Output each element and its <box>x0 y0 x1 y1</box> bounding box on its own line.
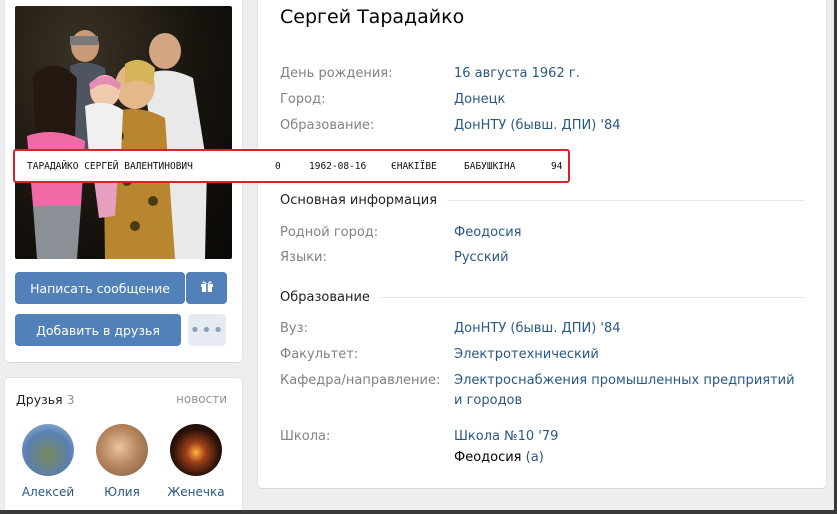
info-value-link[interactable]: Электротехнический <box>454 345 804 365</box>
record-code: 0 <box>275 161 281 172</box>
info-value-link[interactable]: Донецк <box>454 90 804 110</box>
friend-name[interactable]: Женечка <box>161 485 231 499</box>
highlighted-record: ТАРАДАЙКО СЕРГЕЙ ВАЛЕНТИНОВИЧ 0 1962-08-… <box>13 149 570 183</box>
friends-count: 3 <box>66 392 75 407</box>
info-label: Школа: <box>280 429 331 444</box>
record-town: ЄНАКІЇВЕ <box>391 161 437 172</box>
info-label: День рождения: <box>280 66 393 81</box>
info-label: Языки: <box>280 250 327 265</box>
school-city: Феодосия (а) <box>454 448 804 468</box>
info-value-link[interactable]: Феодосия <box>454 223 804 243</box>
friends-news-link[interactable]: новости <box>176 392 227 406</box>
school-city-name[interactable]: Феодосия <box>454 450 522 465</box>
info-label: Образование: <box>280 118 375 133</box>
friend-name[interactable]: Алексей <box>13 485 83 499</box>
divider <box>447 200 805 201</box>
avatar[interactable] <box>96 424 148 476</box>
info-value-link[interactable]: ДонНТУ (бывш. ДПИ) '84 <box>454 116 804 136</box>
info-value-link[interactable]: ДонНТУ (бывш. ДПИ) '84 <box>454 319 804 339</box>
info-value-link[interactable]: Русский <box>454 248 804 268</box>
record-date: 1962-08-16 <box>309 161 367 172</box>
info-value-link[interactable]: 16 августа 1962 г. <box>454 64 804 84</box>
family-photo-image <box>27 30 207 259</box>
friend-item[interactable]: Алексей <box>13 424 83 499</box>
divider <box>379 297 805 298</box>
avatar[interactable] <box>170 424 222 476</box>
info-label: Кафедра/направление: <box>280 373 441 388</box>
window-edge-bottom <box>0 510 837 514</box>
profile-photo[interactable] <box>15 6 232 259</box>
section-education: Образование <box>280 290 805 305</box>
info-label: Город: <box>280 92 326 107</box>
info-label: Вуз: <box>280 321 308 336</box>
friend-item[interactable]: Юлия <box>87 424 157 499</box>
section-heading: Образование <box>280 290 370 305</box>
section-basic-info: Основная информация <box>280 193 805 208</box>
friends-heading[interactable]: Друзья 3 <box>16 392 75 407</box>
friends-label: Друзья <box>16 392 63 407</box>
gift-icon <box>200 279 214 297</box>
profile-info-card: Сергей Тарадайко День рождения: 16 авгус… <box>258 0 826 488</box>
info-value-link[interactable]: Школа №10 '79 <box>454 427 804 447</box>
send-message-button[interactable]: Написать сообщение <box>15 272 185 304</box>
send-gift-button[interactable] <box>186 272 227 304</box>
friends-block: Друзья 3 новости Алексей Юлия Женечка <box>5 378 242 514</box>
info-value-link[interactable]: Электроснабжения промышленных предприяти… <box>454 371 804 411</box>
record-name: ТАРАДАЙКО СЕРГЕЙ ВАЛЕНТИНОВИЧ <box>27 161 193 172</box>
section-heading: Основная информация <box>280 193 438 208</box>
info-label: Родной город: <box>280 225 379 240</box>
page-title: Сергей Тарадайко <box>280 6 465 28</box>
record-street: БАБУШКІНА <box>464 161 516 172</box>
info-label: Факультет: <box>280 347 359 362</box>
friend-name[interactable]: Юлия <box>87 485 157 499</box>
avatar[interactable] <box>22 424 74 476</box>
school-class: (а) <box>525 450 544 465</box>
add-friend-button[interactable]: Добавить в друзья <box>15 314 181 346</box>
record-number: 94 <box>551 161 563 172</box>
more-icon: ••• <box>189 319 225 341</box>
more-actions-button[interactable]: ••• <box>188 314 226 346</box>
friend-item[interactable]: Женечка <box>161 424 231 499</box>
